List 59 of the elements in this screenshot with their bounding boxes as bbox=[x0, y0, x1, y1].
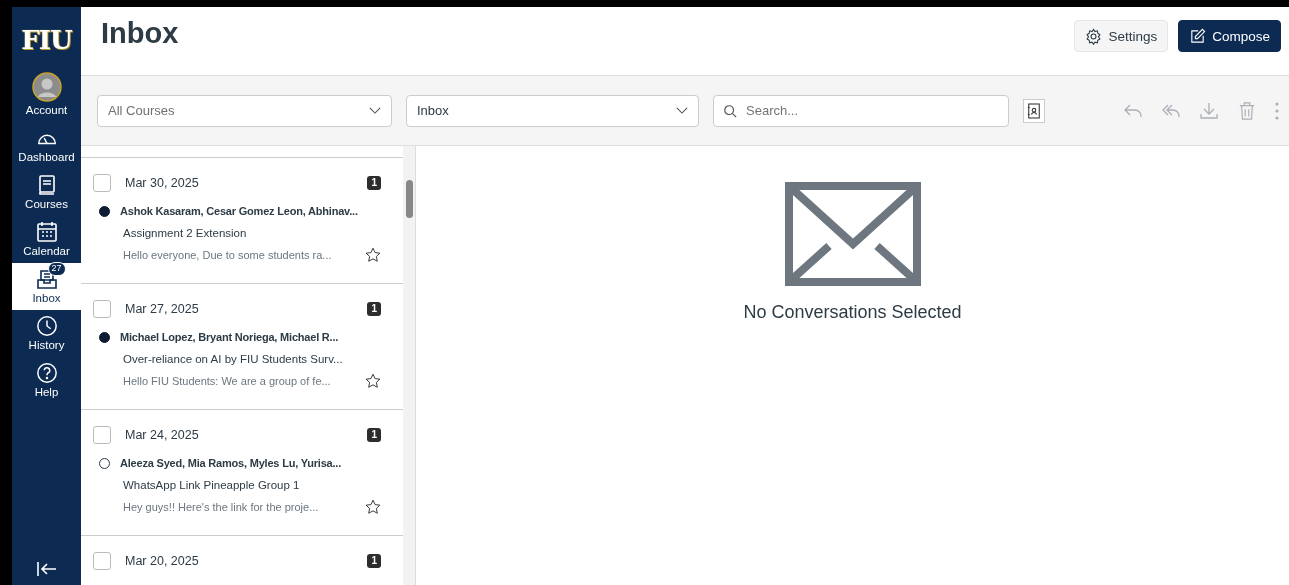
checkbox[interactable] bbox=[93, 300, 111, 318]
search-field[interactable]: Search... bbox=[713, 94, 1009, 127]
search-icon bbox=[723, 103, 737, 118]
mailbox-dropdown[interactable]: Inbox bbox=[406, 94, 699, 127]
unread-indicator[interactable] bbox=[99, 331, 110, 343]
conversation-date: Mar 30, 2025 bbox=[125, 176, 200, 190]
message-preview: Hey guys!! Here's the link for the proje... bbox=[123, 501, 320, 513]
settings-icon bbox=[1085, 27, 1103, 45]
star-icon[interactable] bbox=[365, 373, 381, 389]
empty-state-message: No Conversations Selected bbox=[743, 302, 962, 323]
clock-icon bbox=[35, 315, 58, 337]
message-count-badge: 1 bbox=[367, 302, 381, 316]
nav-item[interactable]: Help bbox=[12, 357, 81, 404]
more-options-icon[interactable] bbox=[1275, 101, 1279, 120]
checkbox[interactable] bbox=[93, 174, 111, 192]
nav-item[interactable]: 27 Inbox bbox=[12, 263, 81, 310]
settings-button[interactable]: Settings bbox=[1074, 20, 1169, 52]
conversation-item[interactable]: Mar 20, 2025 1 bbox=[81, 535, 403, 585]
conversation-subject: Assignment 2 Extension bbox=[123, 227, 248, 239]
checkbox[interactable] bbox=[93, 426, 111, 444]
star-icon[interactable] bbox=[365, 499, 381, 515]
unread-count-badge: 27 bbox=[47, 262, 66, 276]
conversation-date: Mar 24, 2025 bbox=[125, 428, 200, 442]
download-icon[interactable] bbox=[1199, 101, 1219, 120]
nav-item[interactable]: Courses bbox=[12, 169, 81, 216]
participants: Aleeza Syed, Mia Ramos, Myles Lu, Yurisa... bbox=[120, 457, 342, 469]
nav-item[interactable]: History bbox=[12, 310, 81, 357]
nav-item[interactable]: Dashboard bbox=[12, 122, 81, 169]
message-preview: Hello everyone, Due to some students ra... bbox=[123, 249, 333, 261]
participants: Michael Lopez, Bryant Noriega, Michael R... bbox=[120, 331, 339, 343]
conversation-date: Mar 27, 2025 bbox=[125, 302, 200, 316]
pencil-icon bbox=[1189, 27, 1207, 45]
address-book-button[interactable] bbox=[1023, 98, 1045, 123]
nav-item[interactable]: Calendar bbox=[12, 216, 81, 263]
conversation-subject: Over-reliance on AI by FIU Students Surv... bbox=[123, 353, 344, 365]
message-count-badge: 1 bbox=[367, 176, 381, 190]
collapse-icon[interactable] bbox=[35, 561, 58, 577]
chevron-down-icon bbox=[676, 107, 688, 114]
envelope-icon bbox=[784, 182, 921, 286]
star-icon[interactable] bbox=[365, 247, 381, 263]
trash-icon[interactable] bbox=[1237, 101, 1257, 120]
help-icon bbox=[35, 362, 58, 384]
page-title: Inbox bbox=[101, 17, 180, 50]
nav-item[interactable]: Account bbox=[12, 67, 81, 122]
avatar-icon bbox=[31, 72, 62, 102]
checkbox[interactable] bbox=[93, 552, 111, 570]
participants: Ashok Kasaram, Cesar Gomez Leon, Abhinav... bbox=[120, 205, 358, 217]
calendar-icon bbox=[35, 221, 58, 243]
scrollbar[interactable] bbox=[403, 146, 415, 585]
compose-button[interactable]: Compose bbox=[1178, 20, 1281, 52]
message-count-badge: 1 bbox=[367, 428, 381, 442]
conversation-subject: WhatsApp Link Pineapple Group 1 bbox=[123, 479, 301, 491]
conversation-date: Mar 20, 2025 bbox=[125, 554, 200, 568]
course-dropdown[interactable]: All Courses bbox=[97, 94, 392, 127]
message-preview: Hello FIU Students: We are a group of fe... bbox=[123, 375, 332, 387]
unread-indicator[interactable] bbox=[99, 205, 110, 217]
chevron-down-icon bbox=[369, 107, 381, 114]
logo: FIU bbox=[20, 24, 73, 57]
message-count-badge: 1 bbox=[367, 554, 381, 568]
